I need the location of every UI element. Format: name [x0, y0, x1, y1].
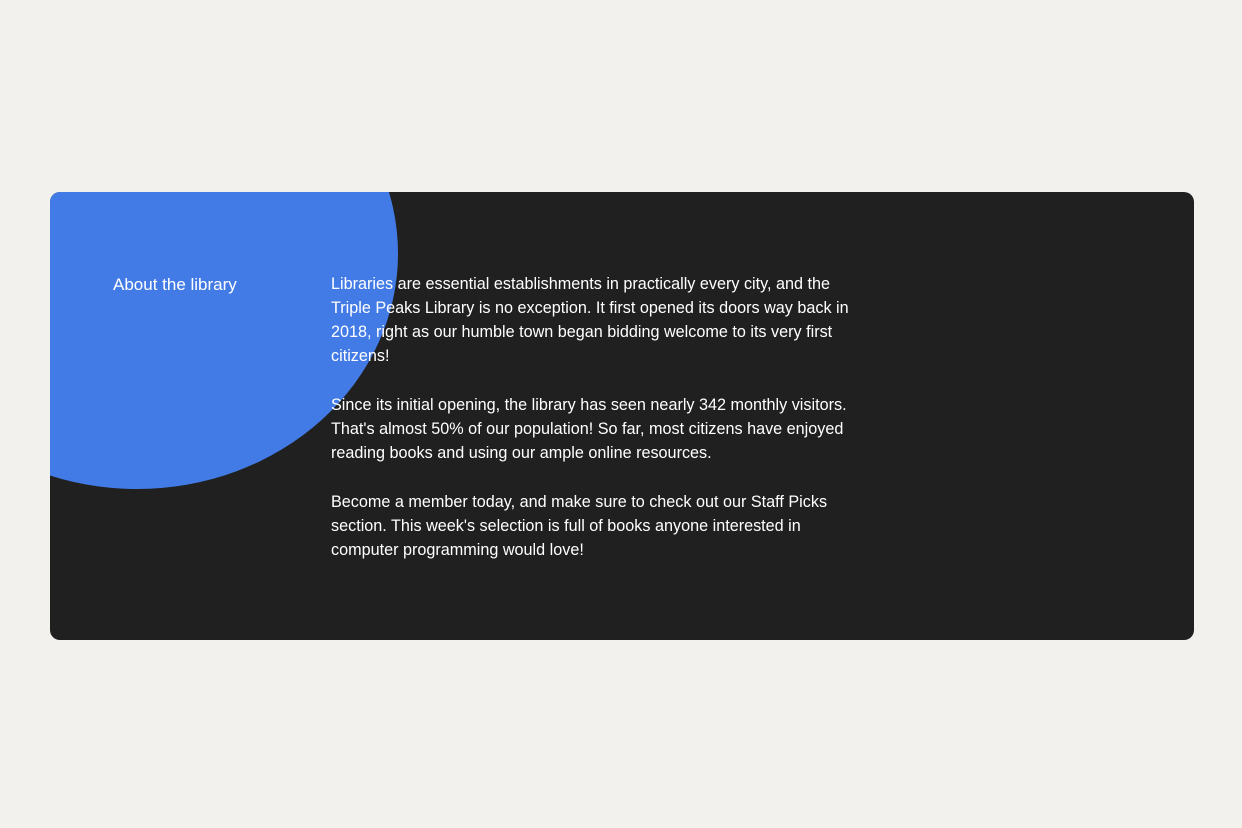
paragraph-membership: Become a member today, and make sure to …	[331, 493, 828, 559]
paragraph-visitors: Since its initial opening, the library h…	[331, 396, 847, 462]
section-title: About the library	[113, 275, 237, 294]
about-section-card: About the library Libraries are essentia…	[50, 192, 1194, 640]
paragraph-intro: Libraries are essential establishments i…	[331, 275, 849, 365]
section-body: Libraries are essential establishments i…	[331, 272, 855, 587]
